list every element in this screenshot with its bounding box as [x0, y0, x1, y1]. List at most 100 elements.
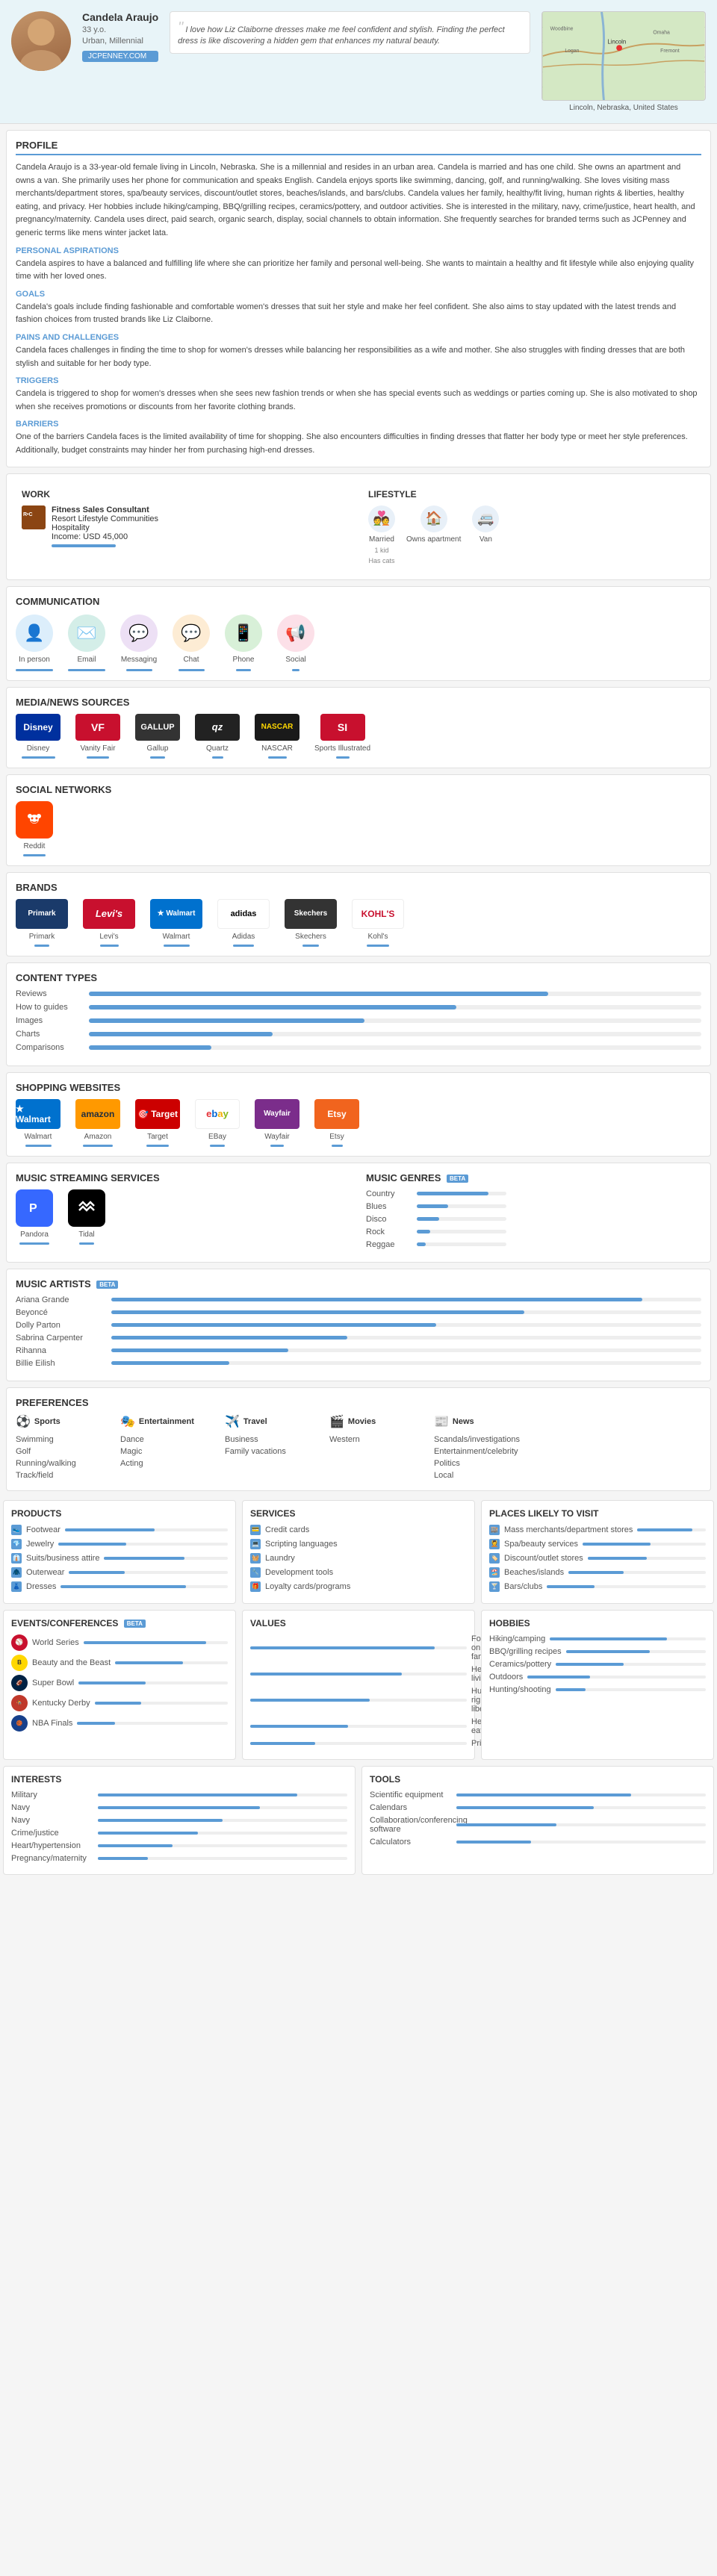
ws-logo: ⚾ [11, 1634, 28, 1651]
travel-icon: ✈️ [225, 1414, 240, 1429]
dresses-bullet: 👗 [11, 1581, 22, 1592]
comm-in-person: 👤 In person [16, 615, 53, 671]
services-title: SERVICES [250, 1508, 467, 1519]
discount-bullet: 🏷️ [489, 1553, 500, 1564]
content-howto: How to guides [16, 1003, 701, 1012]
kd-text: Kentucky Derby [32, 1699, 90, 1708]
laundry-bullet: 🧺 [250, 1553, 261, 1564]
event-kd: 🏇 Kentucky Derby [11, 1695, 228, 1711]
ebay-logo: ebay [195, 1099, 240, 1129]
scripting-bullet: 💻 [250, 1539, 261, 1549]
ceramics-text: Ceramics/pottery [489, 1660, 551, 1669]
skechers-logo: Skechers [285, 899, 337, 929]
genres-title-text: MUSIC GENRES [366, 1172, 441, 1183]
job-title: Fitness Sales Consultant [52, 505, 158, 514]
images-label: Images [16, 1016, 83, 1025]
apartment-label: Owns apartment [406, 535, 461, 544]
pandora-logo: P [16, 1189, 53, 1227]
interest-crime: Crime/justice [11, 1829, 347, 1838]
messaging-bar [126, 669, 152, 671]
income-bar [52, 544, 116, 547]
artist-sabrina: Sabrina Carpenter [16, 1334, 701, 1343]
sport-track: Track/field [16, 1469, 105, 1481]
nba-text: NBA Finals [32, 1719, 72, 1728]
work-logo: R•C [22, 505, 46, 529]
news-icon: 📰 [434, 1414, 449, 1429]
communication-title: COMMUNICATION [16, 596, 701, 607]
content-images: Images [16, 1016, 701, 1025]
kd-logo: 🏇 [11, 1695, 28, 1711]
profile-info: Candela Araujo 33 y.o. Urban, Millennial… [82, 11, 158, 62]
bbq-text: BBQ/grilling recipes [489, 1647, 562, 1656]
van-label: Van [479, 535, 492, 544]
profile-age: 33 y.o. [82, 25, 158, 34]
goals-label: GOALS [16, 290, 701, 299]
artists-title: MUSIC ARTISTS BETA [16, 1278, 701, 1289]
communication-items: 👤 In person ✉️ Email 💬 Messaging 💬 Chat … [16, 615, 701, 671]
married-sub2: Has cats [368, 557, 394, 564]
media-items: Disney Disney VF Vanity Fair GALLUP Gall… [16, 714, 701, 759]
product-jewelry: 💎 Jewelry [11, 1539, 228, 1549]
wayfair-logo: Wayfair [255, 1099, 299, 1129]
nba-logo: 🏀 [11, 1715, 28, 1732]
media-gallup: GALLUP Gallup [135, 714, 180, 759]
dolly-label: Dolly Parton [16, 1321, 105, 1330]
van-icon: 🚐 [472, 505, 499, 532]
profile-url[interactable]: JCPENNEY.COM [82, 51, 158, 62]
work-title: WORK [22, 489, 349, 500]
outerwear-bullet: 🧥 [11, 1567, 22, 1578]
content-types-title: CONTENT TYPES [16, 972, 701, 983]
content-comparisons: Comparisons [16, 1043, 701, 1052]
calculators-label: Calculators [370, 1838, 452, 1847]
social-items: Reddit [16, 801, 701, 856]
brand-skechers: Skechers Skechers [285, 899, 337, 947]
reggae-label: Reggae [366, 1240, 411, 1249]
media-title: MEDIA/NEWS SOURCES [16, 697, 701, 708]
products-section: PRODUCTS 👟 Footwear 💎 Jewelry 👔 Suits/bu… [3, 1500, 236, 1604]
messaging-icon: 💬 [120, 615, 158, 652]
bars-bullet: 🍸 [489, 1581, 500, 1592]
sports-title: ⚽ Sports [16, 1414, 105, 1429]
sports-icon: ⚽ [16, 1414, 31, 1429]
work-item: R•C Fitness Sales Consultant Resort Life… [22, 505, 349, 547]
movies-icon: 🎬 [329, 1414, 344, 1429]
shop-items: ★ Walmart Walmart amazon Amazon 🎯 Target… [16, 1099, 701, 1147]
interests-title: INTERESTS [11, 1774, 347, 1785]
header: Candela Araujo 33 y.o. Urban, Millennial… [0, 0, 717, 124]
disco-label: Disco [366, 1215, 411, 1224]
tidal-logo [68, 1189, 105, 1227]
howto-label: How to guides [16, 1003, 83, 1012]
amazon-logo: amazon [75, 1099, 120, 1129]
quartz-logo: qz [195, 714, 240, 741]
mass-bullet: 🏬 [489, 1525, 500, 1535]
avatar [11, 11, 71, 71]
vf-logo: VF [75, 714, 120, 741]
sport-swimming: Swimming [16, 1434, 105, 1446]
artist-ariana: Ariana Grande [16, 1295, 701, 1304]
barriers-text: One of the barriers Candela faces is the… [16, 431, 701, 457]
phone-label: Phone [233, 656, 255, 664]
media-vanityfair: VF Vanity Fair [75, 714, 120, 759]
shop-etsy: Etsy Etsy [314, 1099, 359, 1147]
entertainment-icon: 🎭 [120, 1414, 135, 1429]
country-label: Country [366, 1189, 411, 1198]
credit-text: Credit cards [265, 1525, 309, 1534]
svg-text:Lincoln: Lincoln [607, 38, 626, 45]
footwear-text: Footwear [26, 1525, 60, 1534]
married-label: Married [369, 535, 394, 544]
it-grid: INTERESTS Military Navy Navy Crime/justi… [0, 1763, 717, 1878]
reviews-label: Reviews [16, 989, 83, 998]
blues-label: Blues [366, 1202, 411, 1211]
media-disney: Disney Disney [16, 714, 60, 759]
tidal-bar [79, 1242, 94, 1245]
apartment-icon: 🏠 [420, 505, 447, 532]
kohls-logo: KOHL'S [352, 899, 404, 929]
place-discount: 🏷️ Discount/outlet stores [489, 1553, 706, 1564]
brand-adidas: adidas Adidas [217, 899, 270, 947]
comm-phone: 📱 Phone [225, 615, 262, 671]
etsy-logo: Etsy [314, 1099, 359, 1129]
map-image: Lincoln Omaha Woodbine Logan Fremont [541, 11, 706, 101]
value-human: Human rights & liberties [250, 1687, 467, 1714]
entertainment-title: 🎭 Entertainment [120, 1414, 210, 1429]
svg-text:Woodbine: Woodbine [550, 27, 574, 32]
